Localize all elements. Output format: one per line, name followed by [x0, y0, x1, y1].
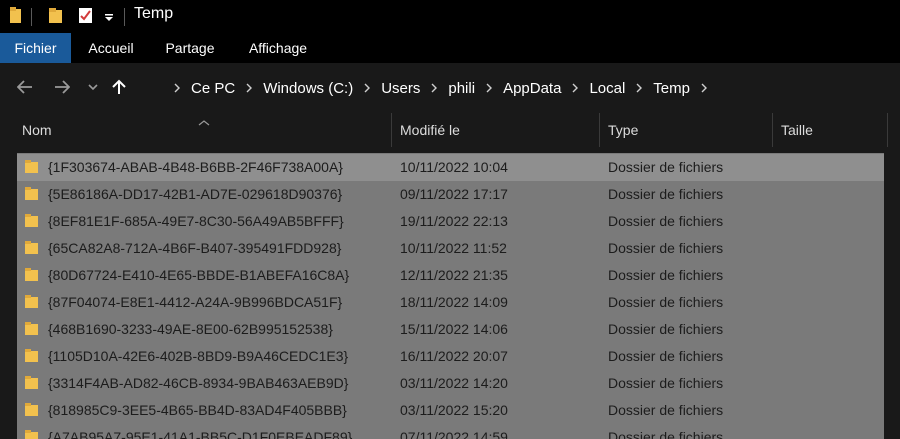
tab-accueil[interactable]: Accueil — [78, 33, 144, 63]
chevron-right-icon[interactable] — [245, 82, 253, 94]
folder-icon — [25, 187, 40, 200]
file-type: Dossier de fichiers — [608, 267, 724, 283]
ribbon-tabs: Fichier Accueil Partage Affichage — [0, 32, 900, 63]
file-name: {3314F4AB-AD82-46CB-8934-9BAB463AEB9D} — [48, 375, 349, 391]
chevron-right-icon[interactable] — [700, 82, 708, 94]
file-row[interactable]: {87F04074-E8E1-4412-A24A-9B996BDCA51F} 18… — [17, 289, 884, 316]
folder-icon — [25, 295, 40, 308]
file-type: Dossier de fichiers — [608, 213, 724, 229]
folder-icon — [25, 322, 40, 335]
column-name[interactable]: Nom — [22, 113, 382, 147]
column-header: Nom Modifié le Type Taille — [0, 113, 900, 147]
file-name: {1105D10A-42E6-402B-8BD9-B9A46CEDC1E3} — [48, 348, 349, 364]
file-modified: 03/11/2022 14:20 — [400, 375, 508, 391]
file-type: Dossier de fichiers — [608, 240, 724, 256]
file-name: {A7AB95A7-95E1-41A1-BB5C-D1F0EBEADF89} — [48, 429, 353, 439]
file-type: Dossier de fichiers — [608, 348, 724, 364]
file-row[interactable]: {65CA82A8-712A-4B6F-B407-395491FDD928} 10… — [17, 235, 884, 262]
file-type: Dossier de fichiers — [608, 321, 724, 337]
tab-affichage[interactable]: Affichage — [238, 33, 318, 63]
file-type: Dossier de fichiers — [608, 429, 724, 439]
chevron-right-icon[interactable] — [485, 82, 493, 94]
breadcrumb-users[interactable]: Users — [381, 80, 420, 97]
properties-checklist-icon[interactable] — [78, 6, 94, 29]
chevron-right-icon[interactable] — [363, 82, 371, 94]
file-modified: 15/11/2022 14:06 — [400, 321, 508, 337]
chevron-right-icon[interactable] — [571, 82, 579, 94]
breadcrumb-local[interactable]: Local — [589, 80, 625, 97]
file-modified: 07/11/2022 14:59 — [400, 429, 508, 439]
file-name: {65CA82A8-712A-4B6F-B407-395491FDD928} — [48, 240, 342, 256]
file-row[interactable]: {3314F4AB-AD82-46CB-8934-9BAB463AEB9D} 03… — [17, 370, 884, 397]
file-row[interactable]: {1F303674-ABAB-4B48-B6BB-2F46F738A00A} 10… — [17, 154, 884, 181]
file-name: {87F04074-E8E1-4412-A24A-9B996BDCA51F} — [48, 294, 343, 310]
address-bar[interactable]: Ce PC Windows (C:) Users phili AppData L… — [133, 73, 900, 103]
file-modified: 10/11/2022 10:04 — [400, 159, 508, 175]
column-divider[interactable] — [887, 113, 888, 147]
breadcrumb-phili[interactable]: phili — [448, 80, 475, 97]
file-name: {5E86186A-DD17-42B1-AD7E-029618D90376} — [48, 186, 343, 202]
tab-fichier[interactable]: Fichier — [0, 33, 71, 63]
folder-icon — [25, 403, 40, 416]
window-title: Temp — [134, 5, 174, 22]
folder-icon — [25, 214, 40, 227]
recent-locations-icon[interactable] — [83, 77, 103, 97]
file-modified: 16/11/2022 20:07 — [400, 348, 508, 364]
breadcrumb-windows-c[interactable]: Windows (C:) — [263, 80, 353, 97]
title-bar: Temp — [0, 0, 900, 32]
back-arrow-icon[interactable] — [15, 77, 35, 97]
folder-icon — [25, 349, 40, 362]
folder-icon[interactable] — [48, 6, 64, 29]
file-row[interactable]: {468B1690-3233-49AE-8E00-62B995152538} 15… — [17, 316, 884, 343]
file-row[interactable]: {5E86186A-DD17-42B1-AD7E-029618D90376} 09… — [17, 181, 884, 208]
breadcrumb-temp[interactable]: Temp — [653, 80, 690, 97]
file-modified: 10/11/2022 11:52 — [400, 240, 507, 256]
column-type[interactable]: Type — [608, 113, 758, 147]
file-row[interactable]: {1105D10A-42E6-402B-8BD9-B9A46CEDC1E3} 16… — [17, 343, 884, 370]
file-row[interactable]: {80D67724-E410-4E65-BBDE-B1ABEFA16C8A} 12… — [17, 262, 884, 289]
breadcrumb-appdata[interactable]: AppData — [503, 80, 561, 97]
column-divider[interactable] — [391, 113, 392, 147]
column-modified[interactable]: Modifié le — [400, 113, 590, 147]
folder-icon — [25, 268, 40, 281]
column-divider[interactable] — [599, 113, 600, 147]
folder-icon[interactable] — [9, 6, 23, 29]
file-name: {818985C9-3EE5-4B65-BB4D-83AD4F405BBB} — [48, 402, 347, 418]
folder-icon — [25, 376, 40, 389]
column-divider[interactable] — [772, 113, 773, 147]
folder-icon — [25, 160, 40, 173]
folder-icon — [25, 241, 40, 254]
chevron-right-icon[interactable] — [430, 82, 438, 94]
file-name: {80D67724-E410-4E65-BBDE-B1ABEFA16C8A} — [48, 267, 350, 283]
file-modified: 12/11/2022 21:35 — [400, 267, 508, 283]
file-type: Dossier de fichiers — [608, 294, 724, 310]
file-row[interactable]: {8EF81E1F-685A-49E7-8C30-56A49AB5BFFF} 19… — [17, 208, 884, 235]
file-modified: 09/11/2022 17:17 — [400, 186, 508, 202]
file-type: Dossier de fichiers — [608, 159, 724, 175]
file-row[interactable]: {818985C9-3EE5-4B65-BB4D-83AD4F405BBB} 03… — [17, 397, 884, 424]
file-name: {8EF81E1F-685A-49E7-8C30-56A49AB5BFFF} — [48, 213, 344, 229]
chevron-right-icon[interactable] — [635, 82, 643, 94]
file-type: Dossier de fichiers — [608, 186, 724, 202]
column-size[interactable]: Taille — [781, 113, 881, 147]
forward-arrow-icon[interactable] — [52, 77, 72, 97]
file-type: Dossier de fichiers — [608, 402, 724, 418]
title-separator — [124, 8, 125, 26]
title-separator — [31, 8, 32, 26]
file-modified: 03/11/2022 15:20 — [400, 402, 508, 418]
breadcrumb-ce-pc[interactable]: Ce PC — [191, 80, 235, 97]
customize-dropdown-icon[interactable] — [104, 10, 114, 28]
file-modified: 18/11/2022 14:09 — [400, 294, 508, 310]
file-row[interactable]: {A7AB95A7-95E1-41A1-BB5C-D1F0EBEADF89} 07… — [17, 424, 884, 439]
file-type: Dossier de fichiers — [608, 375, 724, 391]
file-name: {468B1690-3233-49AE-8E00-62B995152538} — [48, 321, 333, 337]
up-arrow-icon[interactable] — [109, 77, 129, 97]
chevron-right-icon[interactable] — [173, 82, 181, 94]
tab-partage[interactable]: Partage — [156, 33, 224, 63]
navigation-bar: Ce PC Windows (C:) Users phili AppData L… — [0, 63, 900, 113]
file-modified: 19/11/2022 22:13 — [400, 213, 508, 229]
folder-icon — [25, 430, 40, 439]
file-name: {1F303674-ABAB-4B48-B6BB-2F46F738A00A} — [48, 159, 343, 175]
file-list: {1F303674-ABAB-4B48-B6BB-2F46F738A00A} 10… — [0, 147, 900, 439]
